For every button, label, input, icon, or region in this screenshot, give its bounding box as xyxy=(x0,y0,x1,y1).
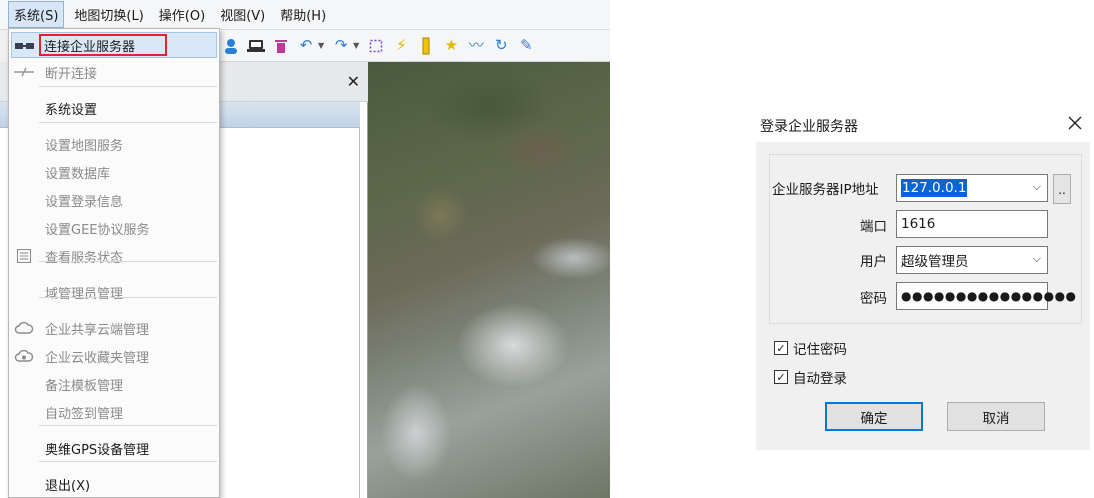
satellite-map[interactable] xyxy=(368,62,610,498)
menu-item-14[interactable]: 退出(X) xyxy=(9,471,219,497)
password-value: ●●●●●●●●●●●●●●●● xyxy=(901,289,1077,303)
port-input[interactable]: 1616 xyxy=(896,210,1048,238)
checkmark-icon[interactable]: ✓ xyxy=(774,370,788,384)
menu-separator xyxy=(39,297,217,298)
menu-item-6[interactable]: 设置GEE协议服务 xyxy=(9,215,219,241)
menu-item-13[interactable]: 奥维GPS设备管理 xyxy=(9,435,219,461)
ok-button[interactable]: 确定 xyxy=(825,402,923,431)
lightning-icon[interactable]: ⚡ xyxy=(390,35,412,57)
list-icon xyxy=(13,246,35,266)
menu-item-label: 设置GEE协议服务 xyxy=(45,222,150,238)
menu-item-4[interactable]: 设置数据库 xyxy=(9,159,219,185)
menu-operation[interactable]: 操作(O) xyxy=(154,2,210,27)
password-field[interactable]: ●●●●●●●●●●●●●●●● xyxy=(896,282,1076,310)
user-combobox[interactable]: 超级管理员 ⌵ xyxy=(896,246,1048,274)
auto-login-label: 自动登录 xyxy=(793,371,847,387)
remember-password-checkbox[interactable]: ✓ 记住密码 xyxy=(774,338,847,358)
menu-item-2[interactable]: 系统设置 xyxy=(9,95,219,121)
user-icon[interactable] xyxy=(220,35,242,57)
chevron-down-icon[interactable]: ⌵ xyxy=(1033,252,1041,266)
disconnect-icon xyxy=(13,62,35,82)
menu-item-label: 企业共享云端管理 xyxy=(45,322,150,338)
ruler-icon[interactable] xyxy=(415,35,437,57)
server-ip-value: 127.0.0.1 xyxy=(901,179,968,197)
toolbar: ↶ ▼ ↷ ▼ ⚡ ★ 〰 ↻ ✎ xyxy=(218,30,610,62)
menu-map-switch[interactable]: 地图切换(L) xyxy=(69,2,148,27)
port-value: 1616 xyxy=(901,216,936,232)
menu-system[interactable]: 系统(S) xyxy=(8,1,65,28)
menu-help[interactable]: 帮助(H) xyxy=(275,2,331,27)
menu-item-8[interactable]: 域管理员管理 xyxy=(9,279,219,305)
port-label: 端口 xyxy=(860,219,887,235)
menu-separator xyxy=(39,261,217,262)
undo-dropdown-icon[interactable]: ▼ xyxy=(318,41,324,50)
server-ip-combobox[interactable]: 127.0.0.1 ⌵ xyxy=(896,174,1048,202)
highlight-annotation-box xyxy=(39,34,167,56)
menu-item-label: 奥维GPS设备管理 xyxy=(45,442,150,458)
add-star-icon[interactable]: ★ xyxy=(440,35,462,57)
menu-item-11[interactable]: 备注模板管理 xyxy=(9,371,219,397)
dialog-titlebar: 登录企业服务器 xyxy=(756,106,1090,142)
browse-server-button[interactable]: .. xyxy=(1053,174,1071,204)
menu-item-label: 断开连接 xyxy=(45,66,98,82)
redo-icon[interactable]: ↷ xyxy=(330,35,352,57)
add-track-icon[interactable]: 〰 xyxy=(465,35,487,57)
menu-item-label: 退出(X) xyxy=(45,478,91,494)
menu-separator xyxy=(39,461,217,462)
rotate-icon[interactable]: ↻ xyxy=(490,35,512,57)
login-dialog: 登录企业服务器 企业服务器IP地址 127.0.0.1 ⌵ .. 端口 1616… xyxy=(756,106,1090,450)
menu-item-5[interactable]: 设置登录信息 xyxy=(9,187,219,213)
user-value: 超级管理员 xyxy=(901,254,969,270)
remember-password-label: 记住密码 xyxy=(793,342,847,358)
menu-separator xyxy=(39,122,217,123)
auto-login-checkbox[interactable]: ✓ 自动登录 xyxy=(774,367,847,387)
menu-item-7[interactable]: 查看服务状态 xyxy=(9,243,219,269)
checkmark-icon[interactable]: ✓ xyxy=(774,341,788,355)
menu-item-label: 企业云收藏夹管理 xyxy=(45,350,150,366)
cloud-icon xyxy=(13,318,35,338)
menu-item-label: 查看服务状态 xyxy=(45,250,124,266)
password-label: 密码 xyxy=(860,291,887,307)
redo-dropdown-icon[interactable]: ▼ xyxy=(353,41,359,50)
close-icon[interactable]: ✕ xyxy=(347,72,360,91)
menu-item-label: 设置登录信息 xyxy=(45,194,124,210)
user-label: 用户 xyxy=(860,254,887,270)
cloud-eye-icon xyxy=(13,346,35,366)
close-icon[interactable] xyxy=(1062,110,1088,136)
chevron-down-icon[interactable]: ⌵ xyxy=(1033,180,1041,194)
select-rect-icon[interactable] xyxy=(365,35,387,57)
menu-item-10[interactable]: 企业云收藏夹管理 xyxy=(9,343,219,369)
menu-item-3[interactable]: 设置地图服务 xyxy=(9,131,219,157)
menu-bar: 系统(S) 地图切换(L) 操作(O) 视图(V) 帮助(H) xyxy=(0,0,610,30)
pencil-icon[interactable]: ✎ xyxy=(515,35,537,57)
system-menu-dropdown: 连接企业服务器 断开连接 系统设置 设置地图服务 设置数据库 设置登录信息 设置GEE协议服… xyxy=(8,28,220,498)
dialog-title: 登录企业服务器 xyxy=(760,119,858,135)
menu-item-1[interactable]: 断开连接 xyxy=(9,59,219,85)
menu-item-9[interactable]: 企业共享云端管理 xyxy=(9,315,219,341)
connect-icon xyxy=(14,36,36,56)
menu-item-label: 域管理员管理 xyxy=(45,286,124,302)
menu-view[interactable]: 视图(V) xyxy=(215,2,270,27)
cancel-button[interactable]: 取消 xyxy=(947,402,1045,431)
menu-item-label: 系统设置 xyxy=(45,102,98,118)
menu-item-12[interactable]: 自动签到管理 xyxy=(9,399,219,425)
delete-icon[interactable] xyxy=(270,35,292,57)
menu-separator xyxy=(39,425,217,426)
ip-label: 企业服务器IP地址 xyxy=(772,182,879,198)
menu-item-label: 设置数据库 xyxy=(45,166,111,182)
undo-icon[interactable]: ↶ xyxy=(295,35,317,57)
menu-item-label: 自动签到管理 xyxy=(45,406,124,422)
map-application-window: 系统(S) 地图切换(L) 操作(O) 视图(V) 帮助(H) ↶ ▼ ↷ ▼ … xyxy=(0,0,610,498)
menu-separator xyxy=(39,86,217,87)
menu-item-label: 备注模板管理 xyxy=(45,378,124,394)
menu-item-label: 设置地图服务 xyxy=(45,138,124,154)
device-icon[interactable] xyxy=(245,35,267,57)
